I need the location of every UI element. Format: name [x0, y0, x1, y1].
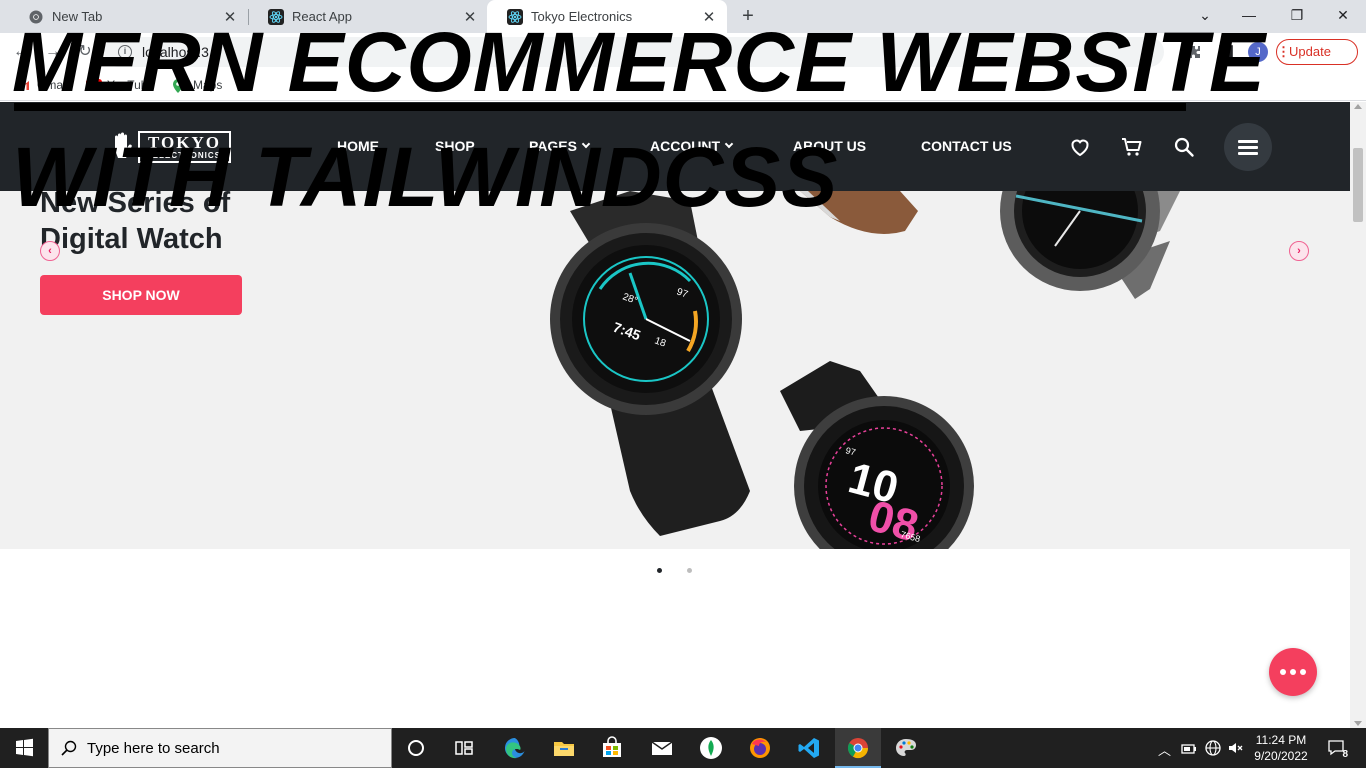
slider-prev-icon[interactable]: ‹: [40, 241, 60, 261]
menu-icon: [1238, 146, 1258, 149]
scroll-up-icon[interactable]: [1354, 104, 1362, 109]
overlay-caption-line2: WITH TAILWINDCSS: [12, 130, 839, 224]
task-view-icon[interactable]: [452, 736, 476, 760]
hero-title-line: Digital Watch: [40, 223, 223, 255]
smartwatch-large: 7:45 28° 97 18: [550, 191, 750, 536]
overlay-caption-line1: MERN ECOMMERCE WEBSITE: [12, 15, 1267, 109]
search-icon: [61, 740, 77, 756]
windows-icon: [16, 738, 33, 757]
start-button[interactable]: [0, 728, 48, 768]
file-explorer-icon[interactable]: [552, 736, 576, 760]
slider-pagination: [0, 568, 1350, 578]
globe-icon[interactable]: [1204, 739, 1222, 757]
slider-dot-active[interactable]: [657, 568, 662, 573]
clock-date: 9/20/2022: [1254, 749, 1308, 763]
overlay-caption-underline: [14, 103, 1186, 111]
slider-dot[interactable]: [687, 568, 692, 573]
cortana-icon[interactable]: [404, 736, 428, 760]
taskbar-search[interactable]: Type here to search: [48, 728, 392, 768]
show-hidden-icons[interactable]: ︿: [1158, 740, 1171, 759]
update-button[interactable]: Update ⋮: [1276, 39, 1358, 65]
notifications-button[interactable]: 8: [1326, 738, 1348, 760]
mail-icon[interactable]: [650, 736, 674, 760]
menu-icon: [1238, 152, 1258, 155]
menu-icon: [1238, 140, 1258, 143]
menu-button[interactable]: [1224, 123, 1272, 171]
hero-slider: 7:45 28° 97 18 10 08 7658 97 New Series …: [0, 191, 1350, 549]
chat-button[interactable]: [1269, 648, 1317, 696]
kebab-menu-icon[interactable]: ⋮: [1277, 40, 1366, 59]
battery-icon[interactable]: [1180, 740, 1198, 756]
paint-icon[interactable]: [894, 736, 918, 760]
taskbar-search-placeholder: Type here to search: [87, 739, 220, 757]
scroll-down-icon[interactable]: [1354, 721, 1362, 726]
chat-dot: [1280, 669, 1286, 675]
slider-next-icon[interactable]: ›: [1289, 241, 1309, 261]
notification-count: 8: [1342, 749, 1348, 760]
taskbar-clock[interactable]: 11:24 PM 9/20/2022: [1248, 732, 1314, 764]
edge-icon[interactable]: [503, 736, 527, 760]
scroll-thumb[interactable]: [1353, 148, 1363, 222]
restore-button[interactable]: ❐: [1283, 4, 1311, 26]
vscode-icon[interactable]: [797, 736, 821, 760]
firefox-icon[interactable]: [748, 736, 772, 760]
chrome-icon[interactable]: [846, 736, 870, 760]
windows-taskbar: Type here to search ︿ 11:24 PM 9/20/2022…: [0, 728, 1366, 768]
smartwatch-small: 10 08 7658 97: [780, 361, 974, 549]
shop-now-button[interactable]: SHOP NOW: [40, 275, 242, 315]
volume-muted-icon[interactable]: [1227, 739, 1245, 757]
page-scrollbar[interactable]: [1350, 102, 1366, 728]
chat-dot: [1300, 669, 1306, 675]
close-window-button[interactable]: ✕: [1329, 4, 1357, 26]
clock-time: 11:24 PM: [1255, 733, 1307, 747]
chat-dot: [1290, 669, 1296, 675]
mongodb-icon[interactable]: [699, 736, 723, 760]
store-icon[interactable]: [600, 736, 624, 760]
